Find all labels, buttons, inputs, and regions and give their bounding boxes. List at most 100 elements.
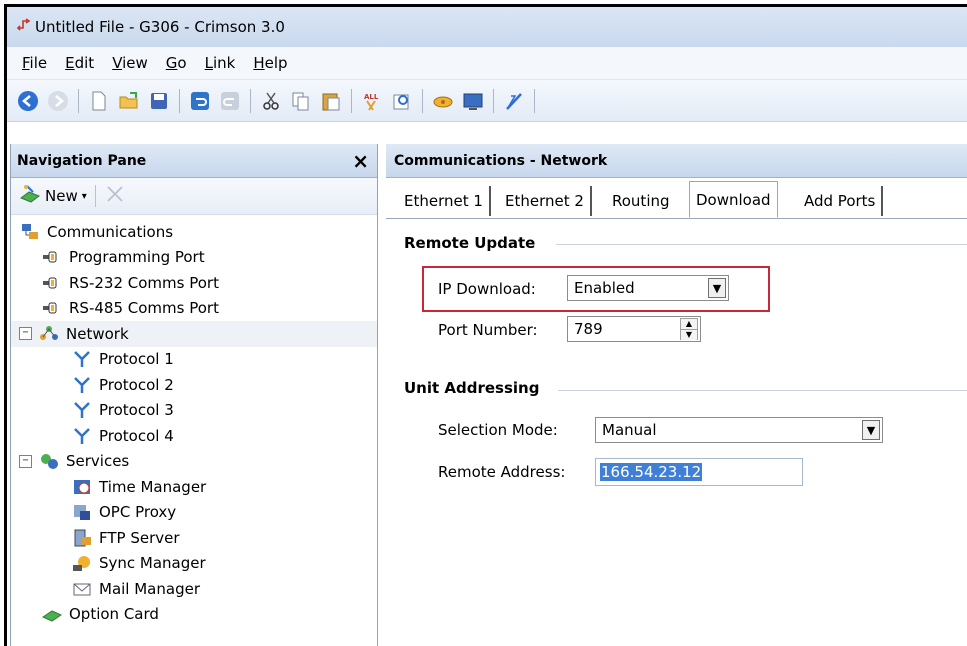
tree-item-programming-port[interactable]: Programming Port bbox=[11, 245, 377, 271]
stepper-buttons[interactable]: ▲ ▼ bbox=[680, 318, 698, 340]
menu-accelerator: H bbox=[253, 54, 265, 72]
tree-item-label: Time Manager bbox=[99, 477, 207, 496]
menu-label-rest: ile bbox=[29, 54, 48, 72]
navigation-pane-title: Navigation Pane bbox=[17, 152, 147, 169]
tree-item-rs-232-comms-port[interactable]: RS-232 Comms Port bbox=[11, 270, 377, 296]
menu-accelerator: V bbox=[112, 54, 123, 72]
tab-download[interactable]: Download bbox=[689, 181, 778, 218]
monitor-icon[interactable] bbox=[462, 90, 484, 112]
tree-item-label: Option Card bbox=[69, 605, 159, 624]
tree-item-option-card[interactable]: Option Card bbox=[11, 602, 377, 628]
tree-item-rs-485-comms-port[interactable]: RS-485 Comms Port bbox=[11, 296, 377, 322]
redo-icon[interactable] bbox=[219, 90, 241, 112]
tab-routing[interactable]: Routing bbox=[606, 186, 676, 216]
navigation-pane-toolbar: New ▾ bbox=[11, 178, 377, 215]
tree-item-protocol-2[interactable]: Protocol 2 bbox=[11, 372, 377, 398]
new-button[interactable]: New ▾ bbox=[19, 184, 87, 208]
tree-item-services[interactable]: − Services bbox=[11, 449, 377, 475]
content-title: Communications - Network bbox=[386, 144, 967, 178]
port-number-stepper[interactable]: 789 ▲ ▼ bbox=[567, 316, 701, 342]
protocol-icon bbox=[71, 426, 93, 446]
tree-item-label: Mail Manager bbox=[99, 579, 200, 598]
tree-item-label: Protocol 2 bbox=[99, 375, 174, 394]
tab-ethernet-2[interactable]: Ethernet 2 bbox=[499, 186, 592, 216]
new-item-icon bbox=[19, 184, 41, 208]
ftp-server-icon bbox=[71, 528, 93, 548]
menu-go[interactable]: Go bbox=[166, 54, 187, 72]
tree-item-label: Protocol 4 bbox=[99, 426, 174, 445]
collapse-icon[interactable]: − bbox=[19, 454, 32, 468]
collapse-icon[interactable]: − bbox=[19, 327, 32, 341]
toolbar-separator bbox=[179, 88, 180, 113]
copy-icon[interactable] bbox=[290, 90, 312, 112]
toolbar-separator bbox=[534, 88, 535, 113]
title-bar: Untitled File - G306 - Crimson 3.0 bbox=[7, 7, 967, 47]
menu-label-rest: ink bbox=[212, 54, 236, 72]
menu-link[interactable]: Link bbox=[205, 54, 236, 72]
wand-icon[interactable] bbox=[503, 90, 525, 112]
opc-proxy-icon bbox=[71, 502, 93, 522]
delete-icon[interactable] bbox=[104, 183, 126, 209]
tree-item-label: Programming Port bbox=[69, 248, 205, 267]
link-icon[interactable] bbox=[432, 90, 454, 112]
menu-edit[interactable]: Edit bbox=[65, 54, 94, 72]
tree-item-label: Protocol 1 bbox=[99, 350, 174, 369]
tree-item-label: Sync Manager bbox=[99, 554, 206, 573]
paste-icon[interactable] bbox=[320, 90, 342, 112]
services-icon bbox=[38, 451, 60, 471]
network-icon bbox=[38, 324, 60, 344]
stepper-up-icon[interactable]: ▲ bbox=[681, 319, 697, 329]
remote-update-group-title: Remote Update bbox=[404, 234, 536, 252]
tree-item-label: FTP Server bbox=[99, 528, 180, 547]
menu-label-rest: o bbox=[177, 54, 187, 72]
find-icon[interactable] bbox=[391, 90, 413, 112]
tree-item-label: RS-232 Comms Port bbox=[69, 273, 219, 292]
menu-file[interactable]: File bbox=[22, 54, 47, 72]
tree-item-label: Communications bbox=[47, 222, 174, 241]
close-pane-button[interactable]: × bbox=[352, 149, 369, 173]
tab-strip: Ethernet 1 Ethernet 2 Routing Download A… bbox=[386, 178, 967, 219]
menu-help[interactable]: Help bbox=[253, 54, 287, 72]
toolbar-separator bbox=[94, 185, 96, 207]
tree-item-protocol-4[interactable]: Protocol 4 bbox=[11, 423, 377, 449]
ip-download-label: IP Download: bbox=[438, 280, 536, 298]
tree-item-label: OPC Proxy bbox=[99, 503, 177, 522]
tree-item-protocol-1[interactable]: Protocol 1 bbox=[11, 347, 377, 373]
back-icon[interactable] bbox=[17, 90, 39, 112]
protocol-icon bbox=[71, 349, 93, 369]
open-folder-icon[interactable] bbox=[118, 90, 140, 112]
toolbar-separator bbox=[422, 88, 423, 113]
tree-item-mail-manager[interactable]: Mail Manager bbox=[11, 576, 377, 602]
tree-item-network[interactable]: − Network bbox=[11, 321, 377, 347]
chevron-down-icon[interactable]: ▼ bbox=[862, 420, 880, 440]
chevron-down-icon[interactable]: ▼ bbox=[708, 278, 726, 298]
menu-view[interactable]: View bbox=[112, 54, 148, 72]
tab-add-ports[interactable]: Add Ports bbox=[798, 186, 884, 216]
tree-item-opc-proxy[interactable]: OPC Proxy bbox=[11, 500, 377, 526]
undo-icon[interactable] bbox=[189, 90, 211, 112]
communications-icon bbox=[19, 222, 41, 242]
find-all-icon[interactable]: ALL bbox=[361, 90, 383, 112]
tree-item-ftp-server[interactable]: FTP Server bbox=[11, 525, 377, 551]
selection-mode-select[interactable]: Manual ▼ bbox=[595, 417, 883, 443]
tree-item-protocol-3[interactable]: Protocol 3 bbox=[11, 398, 377, 424]
stepper-down-icon[interactable]: ▼ bbox=[681, 329, 697, 340]
ip-download-select[interactable]: Enabled ▼ bbox=[567, 275, 729, 301]
remote-address-field[interactable]: 166.54.23.12 bbox=[595, 458, 803, 486]
new-file-icon[interactable] bbox=[88, 90, 110, 112]
remote-address-value: 166.54.23.12 bbox=[600, 463, 703, 481]
forward-icon[interactable] bbox=[47, 90, 69, 112]
tree-item-communications[interactable]: Communications bbox=[11, 219, 377, 245]
protocol-icon bbox=[71, 375, 93, 395]
tree-item-sync-manager[interactable]: Sync Manager bbox=[11, 551, 377, 577]
remote-address-label: Remote Address: bbox=[438, 463, 566, 481]
tree-item-time-manager[interactable]: Time Manager bbox=[11, 474, 377, 500]
navigation-pane-header: Navigation Pane × bbox=[11, 144, 377, 178]
tree-item-label: Network bbox=[66, 324, 129, 343]
option-card-icon bbox=[41, 604, 63, 624]
tab-ethernet-1[interactable]: Ethernet 1 bbox=[398, 186, 491, 216]
tree-item-label: Protocol 3 bbox=[99, 401, 174, 420]
time-manager-icon bbox=[71, 477, 93, 497]
cut-icon[interactable] bbox=[260, 90, 282, 112]
save-icon[interactable] bbox=[148, 90, 170, 112]
